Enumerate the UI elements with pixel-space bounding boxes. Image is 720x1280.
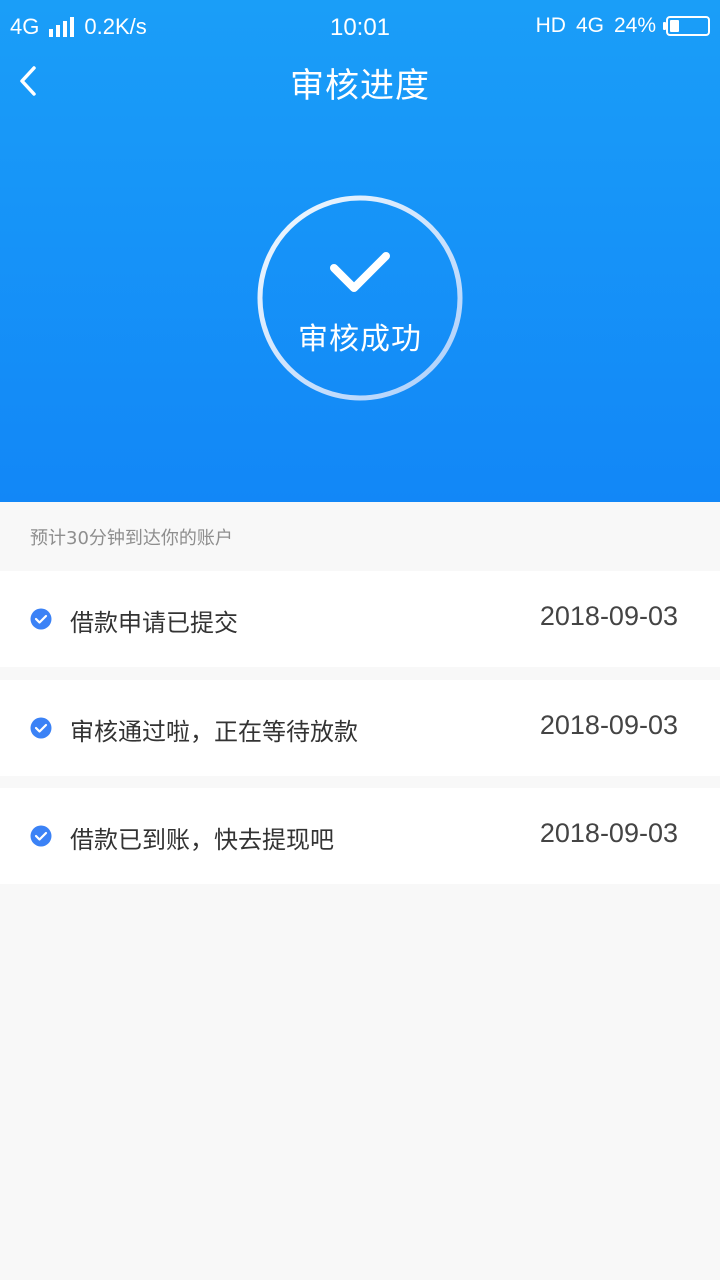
timeline-item: 借款申请已提交 2018-09-03: [0, 571, 720, 667]
status-right: HD 4G 24%: [536, 14, 710, 38]
check-icon: [330, 252, 390, 292]
check-circle-icon: [30, 717, 52, 739]
nav-bar: 审核进度: [0, 56, 720, 106]
status-ring: [257, 195, 463, 401]
status-bar: 4G 0.2K/s 10:01 HD 4G 24%: [0, 0, 720, 56]
timeline-date: 2018-09-03: [539, 710, 678, 740]
check-circle-icon: [30, 825, 52, 847]
battery-icon: [663, 16, 710, 36]
arrival-hint: 预计30分钟到达你的账户: [30, 528, 233, 549]
timeline-label: 借款申请已提交: [70, 609, 238, 637]
battery-percent: 24%: [613, 14, 656, 37]
timeline-label: 借款已到账，快去提现吧: [70, 826, 334, 854]
network-type-right: 4G: [575, 14, 604, 37]
timeline-item: 审核通过啦，正在等待放款 2018-09-03: [0, 680, 720, 776]
status-text: 审核成功: [298, 322, 422, 357]
page-title: 审核进度: [290, 66, 430, 106]
timeline-label: 审核通过啦，正在等待放款: [70, 718, 358, 746]
timeline-date: 2018-09-03: [539, 601, 678, 631]
timeline-date: 2018-09-03: [539, 818, 678, 848]
hd-indicator: HD: [535, 14, 566, 37]
timeline-item: 借款已到账，快去提现吧 2018-09-03: [0, 788, 720, 884]
header-banner: 4G 0.2K/s 10:01 HD 4G 24% 审核进度 审核成功: [0, 0, 720, 502]
check-circle-icon: [30, 608, 52, 630]
